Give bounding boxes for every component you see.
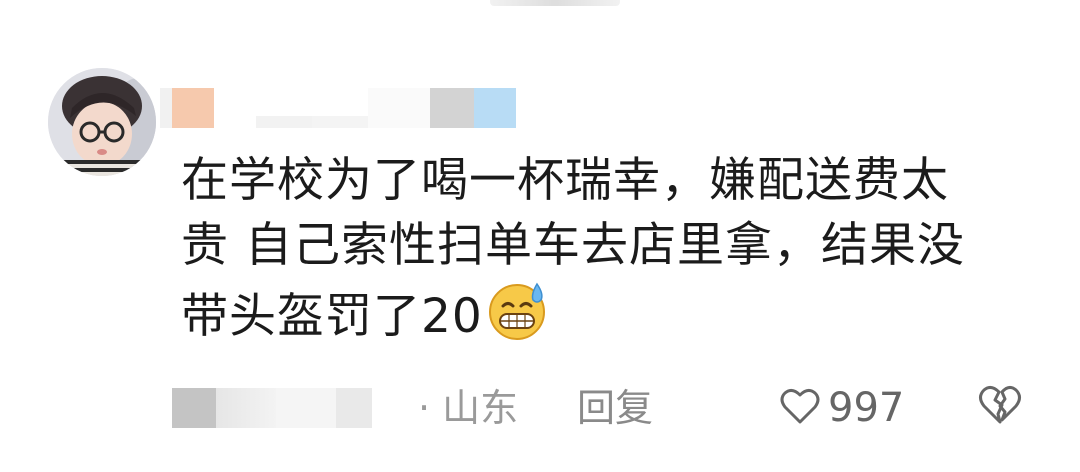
dislike-button[interactable] bbox=[978, 384, 1022, 430]
mosaic-block bbox=[312, 88, 368, 128]
mosaic-block bbox=[276, 388, 336, 428]
mosaic-block bbox=[160, 88, 172, 128]
mosaic-block bbox=[172, 388, 216, 428]
mosaic-block bbox=[336, 388, 372, 428]
avatar[interactable] bbox=[48, 68, 156, 176]
avatar-image bbox=[48, 68, 156, 176]
comment-card: 在学校为了喝一杯瑞幸，嫌配送费太 贵 自己索性扫单车去店里拿，结果没 带头盔罚了… bbox=[0, 0, 1080, 472]
comment-line: 在学校为了喝一杯瑞幸，嫌配送费太 bbox=[181, 153, 949, 208]
comment-line: 带头盔罚了20 bbox=[181, 289, 483, 344]
broken-heart-icon bbox=[978, 385, 1022, 430]
mosaic-block bbox=[172, 88, 214, 128]
like-button[interactable]: 997 bbox=[780, 382, 904, 434]
mosaic-block bbox=[216, 388, 276, 428]
grinning-sweat-emoji-icon bbox=[485, 278, 549, 359]
heart-icon bbox=[780, 387, 820, 429]
top-edge-fragment bbox=[490, 0, 620, 6]
mosaic-block bbox=[368, 88, 430, 128]
timestamp-redacted bbox=[172, 388, 372, 428]
mosaic-block bbox=[256, 88, 312, 128]
comment-line: 贵 自己索性扫单车去店里拿，结果没 bbox=[181, 218, 965, 273]
like-count: 997 bbox=[828, 385, 905, 431]
location-label: · 山东 bbox=[418, 386, 519, 430]
comment-footer: · 山东 回复 997 bbox=[0, 380, 1080, 436]
comment-text: 在学校为了喝一杯瑞幸，嫌配送费太 贵 自己索性扫单车去店里拿，结果没 带头盔罚了… bbox=[181, 148, 1041, 359]
username-redacted[interactable] bbox=[160, 88, 516, 128]
mosaic-block bbox=[214, 88, 256, 128]
reply-button[interactable]: 回复 bbox=[577, 384, 653, 432]
mosaic-block bbox=[474, 88, 516, 128]
mosaic-block bbox=[430, 88, 474, 128]
